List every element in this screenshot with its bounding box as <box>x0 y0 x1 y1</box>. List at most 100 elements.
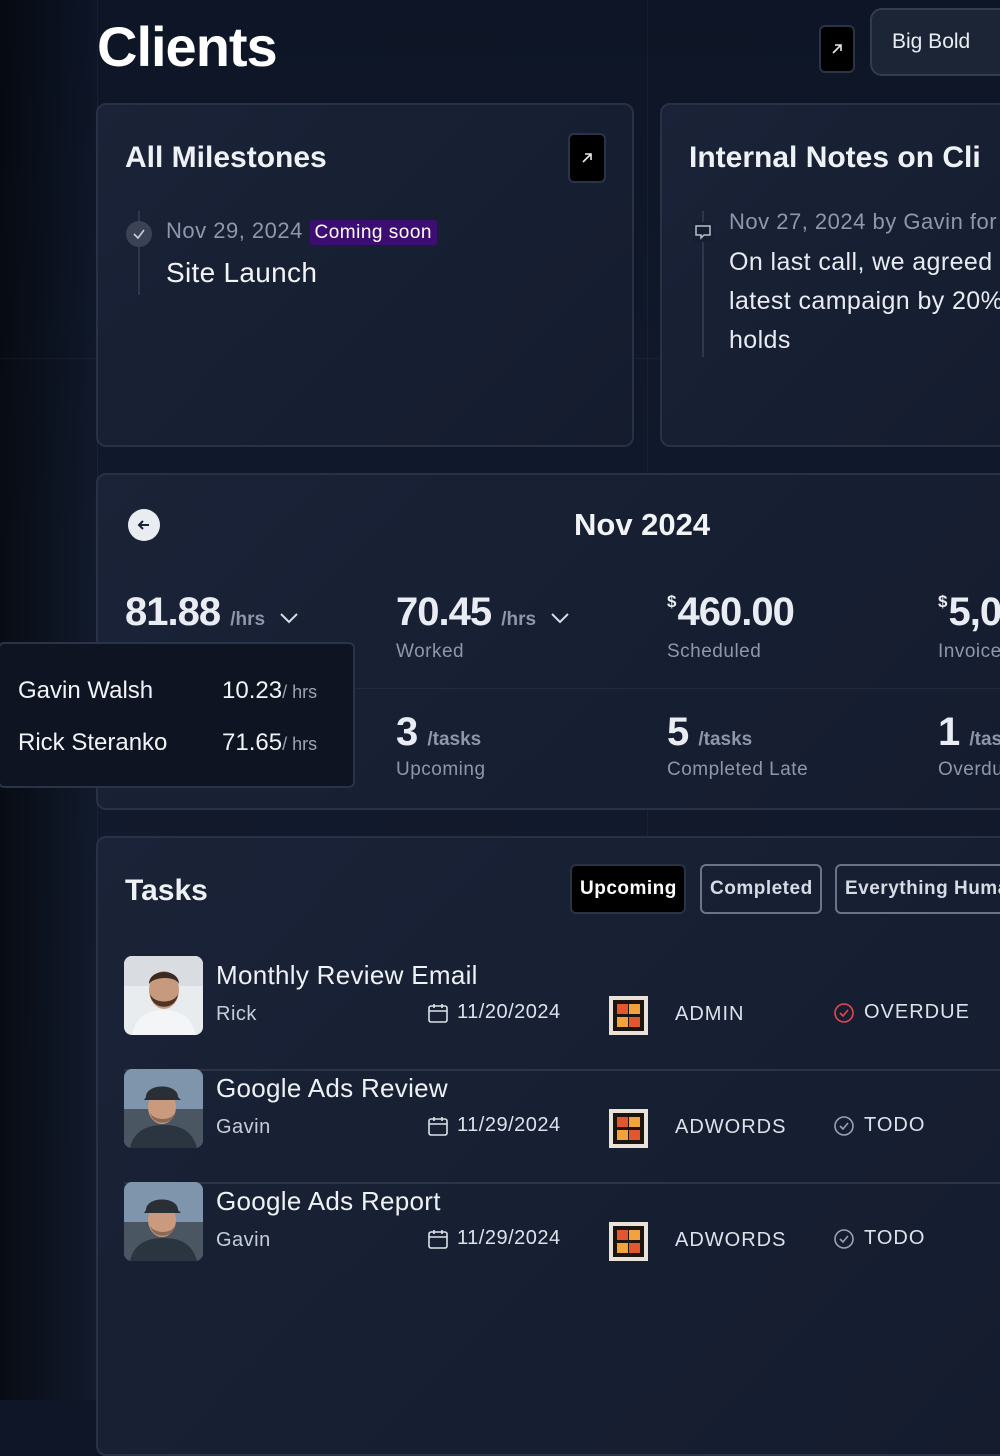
invoiced-number: 5,0 <box>948 590 1000 634</box>
completed-late-label: Completed Late <box>667 759 809 780</box>
task-due-date: 11/20/2024 <box>427 1001 561 1024</box>
hours-total-value[interactable]: 81.88 /hrs <box>125 590 299 635</box>
task-status-text: TODO <box>864 1227 926 1249</box>
client-selector-button[interactable]: Big Bold <box>870 8 1000 76</box>
avatar <box>124 1069 203 1148</box>
team-member-hours: 71.65/ hrs <box>222 729 317 757</box>
team-member-hours: 10.23/ hrs <box>222 677 317 705</box>
tab-completed[interactable]: Completed <box>700 864 822 914</box>
task-title[interactable]: Google Ads Review <box>216 1073 448 1104</box>
currency-symbol: $ <box>938 592 948 611</box>
hours-total-number: 81.88 <box>125 590 221 634</box>
open-client-button[interactable] <box>819 25 855 73</box>
task-category: ADWORDS <box>675 1116 787 1138</box>
task-owner: Gavin <box>216 1229 271 1251</box>
arrow-up-right-icon <box>582 153 592 163</box>
milestone-name[interactable]: Site Launch <box>166 257 317 289</box>
calendar-icon <box>428 1116 448 1136</box>
overdue-label: Overdu <box>938 759 1000 780</box>
task-status-text: TODO <box>864 1114 926 1136</box>
task-date-text: 11/29/2024 <box>457 1227 561 1249</box>
hours-unit: /hrs <box>501 609 537 630</box>
month-label: Nov 2024 <box>574 507 711 542</box>
page-title: Clients <box>97 15 278 78</box>
overdue-number: 1 <box>938 710 960 754</box>
team-member-name: Gavin Walsh <box>18 677 154 704</box>
notes-title: Internal Notes on Cli <box>689 141 981 174</box>
note-line: On last call, we agreed <box>729 248 993 276</box>
overdue-check-icon <box>834 1002 854 1023</box>
task-status: TODO <box>833 1114 925 1137</box>
task-row[interactable]: Google Ads Report Gavin 11/29/2024 ADWOR… <box>124 1182 1000 1295</box>
tasks-unit: /tasks <box>427 729 482 750</box>
task-row[interactable]: Monthly Review Email Rick 11/20/2024 ADM… <box>124 956 1000 1071</box>
milestone-meta: Nov 29, 2024 Coming soon <box>166 218 437 245</box>
chevron-down-icon <box>280 613 298 624</box>
client-logo-icon <box>609 1109 648 1148</box>
calendar-icon <box>428 1003 448 1023</box>
tasks-unit: /task <box>969 729 1000 750</box>
status-badge: Coming soon <box>309 220 437 245</box>
tasks-unit: /tasks <box>698 729 753 750</box>
previous-month-button[interactable] <box>128 509 160 541</box>
arrow-up-right-icon <box>832 44 842 54</box>
milestones-card: All Milestones Nov 29, 2024 Coming soon … <box>96 103 634 447</box>
chevron-down-icon <box>551 613 569 624</box>
hours-unit: / hrs <box>282 734 318 754</box>
invoiced-label: Invoice <box>938 641 1000 662</box>
hours-number: 71.65 <box>222 729 283 756</box>
tab-everything-human[interactable]: Everything Huma <box>835 864 1000 914</box>
avatar <box>124 1182 203 1261</box>
task-date-text: 11/29/2024 <box>457 1114 561 1136</box>
notes-card: Internal Notes on Cli Nov 27, 2024 by Ga… <box>660 103 1000 447</box>
milestones-title: All Milestones <box>125 141 327 174</box>
todo-check-icon <box>834 1115 854 1136</box>
scheduled-label: Scheduled <box>667 641 762 662</box>
tab-upcoming[interactable]: Upcoming <box>570 864 686 914</box>
hours-worked-value[interactable]: 70.45 /hrs <box>396 590 570 635</box>
hours-number: 10.23 <box>222 677 283 704</box>
task-title[interactable]: Google Ads Report <box>216 1186 441 1217</box>
hours-worked-number: 70.45 <box>396 590 492 634</box>
task-status: OVERDUE <box>833 1001 970 1024</box>
hours-unit: /hrs <box>230 609 266 630</box>
completed-late-count: 5 /tasks <box>667 710 752 755</box>
scheduled-number: 460.00 <box>677 590 794 634</box>
todo-check-icon <box>834 1228 854 1249</box>
currency-symbol: $ <box>667 592 677 611</box>
note-line: latest campaign by 20% <box>729 287 1000 315</box>
open-milestones-button[interactable] <box>568 133 606 183</box>
client-logo-icon <box>609 996 648 1035</box>
hours-worked-label: Worked <box>396 641 465 662</box>
task-owner: Gavin <box>216 1116 271 1138</box>
task-row[interactable]: Google Ads Review Gavin 11/29/2024 ADWOR… <box>124 1069 1000 1184</box>
task-due-date: 11/29/2024 <box>427 1227 561 1250</box>
note-meta: Nov 27, 2024 by Gavin for <box>729 209 998 234</box>
comment-icon <box>693 222 713 242</box>
scheduled-value: $460.00 <box>667 590 795 635</box>
task-title[interactable]: Monthly Review Email <box>216 960 478 991</box>
team-member-name: Rick Steranko <box>18 729 168 756</box>
upcoming-count: 3 /tasks <box>396 710 481 755</box>
avatar <box>124 956 203 1035</box>
hours-breakdown-tooltip: Gavin Walsh 10.23/ hrs Rick Steranko 71.… <box>0 642 355 788</box>
upcoming-number: 3 <box>396 710 418 754</box>
hours-unit: / hrs <box>282 682 318 702</box>
task-owner: Rick <box>216 1003 257 1025</box>
completed-late-number: 5 <box>667 710 689 754</box>
task-date-text: 11/20/2024 <box>457 1001 561 1023</box>
check-icon <box>126 221 152 247</box>
note-line: holds <box>729 326 791 354</box>
note-body: On last call, we agreed latest campaign … <box>729 243 1000 360</box>
task-due-date: 11/29/2024 <box>427 1114 561 1137</box>
tasks-title: Tasks <box>125 874 208 907</box>
invoiced-value: $5,0 <box>938 590 1000 635</box>
arrow-left-icon <box>137 520 149 530</box>
calendar-icon <box>428 1229 448 1249</box>
upcoming-label: Upcoming <box>396 759 486 780</box>
task-category: ADWORDS <box>675 1229 787 1251</box>
task-status: TODO <box>833 1227 925 1250</box>
milestone-date: Nov 29, 2024 <box>166 218 303 243</box>
task-category: ADMIN <box>675 1003 745 1025</box>
overdue-count: 1 /task <box>938 710 1000 755</box>
